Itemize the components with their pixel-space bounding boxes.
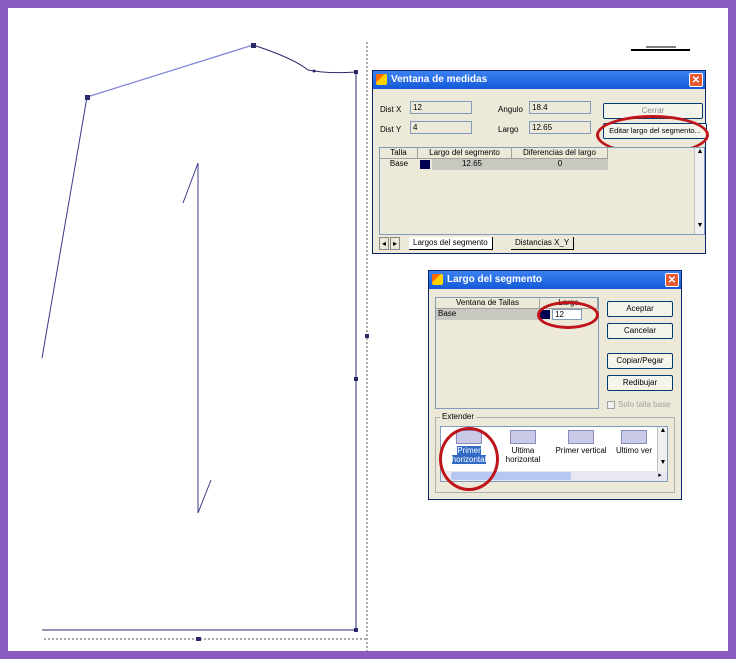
angle-label: Angulo — [498, 105, 523, 114]
length-field[interactable]: 12.65 — [529, 121, 591, 134]
segment-window-title: Largo del segmento — [447, 274, 543, 285]
table-header-size: Talla — [380, 148, 418, 159]
measures-window: Ventana de medidas ✕ Dist X 12 Dist Y 4 … — [372, 70, 709, 254]
size-color-swatch — [420, 160, 430, 169]
tab-bar: ◂ ▸ Largos del segmento Distancias X_Y — [379, 237, 679, 251]
edit-segment-length-button[interactable]: Editar largo del segmento... — [603, 123, 707, 139]
dist-x-label: Dist X — [380, 105, 402, 114]
app-icon — [376, 74, 387, 85]
scroll-up-icon[interactable]: ▲ — [658, 427, 667, 434]
app-icon — [432, 274, 443, 285]
point-marker — [354, 628, 358, 632]
tab-segment-lengths[interactable]: Largos del segmento — [409, 237, 493, 250]
dist-y-label: Dist Y — [380, 125, 402, 134]
accept-button[interactable]: Aceptar — [607, 301, 673, 317]
measures-window-title: Ventana de medidas — [391, 74, 488, 85]
scroll-down-icon[interactable]: ▼ — [695, 222, 705, 229]
point-marker — [251, 43, 256, 48]
table-row-segment-length[interactable]: 12.65 — [432, 159, 512, 170]
extend-options-list: Primer horizontal Ultima horizontal Prim… — [440, 426, 668, 482]
table-row-difference[interactable]: 0 — [512, 159, 608, 170]
extend-vertical-scrollbar[interactable]: ▲ ▼ — [657, 427, 667, 471]
size-color-swatch — [540, 310, 550, 319]
extend-option-first-vertical[interactable]: Primer vertical — [551, 430, 611, 455]
table-header-length-difference: Diferencias del largo — [512, 148, 608, 159]
front-edge — [41, 96, 88, 359]
extend-option-label: Primer vertical — [555, 446, 607, 455]
segment-window-titlebar[interactable]: Largo del segmento ✕ — [429, 271, 681, 289]
first-vertical-icon — [568, 430, 594, 444]
extend-option-first-horizontal[interactable]: Primer horizontal — [443, 430, 495, 464]
dist-y-field[interactable]: 4 — [410, 121, 472, 134]
grid-header-sizes: Ventana de Tallas — [436, 298, 540, 309]
extend-option-last-horizontal[interactable]: Ultima horizontal — [497, 430, 549, 464]
table-row-size[interactable]: Base — [380, 159, 418, 170]
grid-header-length: Largo — [540, 298, 598, 309]
workspace-frame: Ventana de medidas ✕ Dist X 12 Dist Y 4 … — [8, 8, 728, 651]
tab-scroll-right-icon[interactable]: ▸ — [390, 237, 400, 250]
table-header-segment-length: Largo del segmento — [418, 148, 512, 159]
extend-option-label: Ultimo ver — [615, 446, 652, 455]
size-length-grid: Ventana de Tallas Largo Base 12 — [435, 297, 599, 409]
extend-option-label: Primer horizontal — [451, 446, 487, 464]
dart-line — [182, 162, 212, 514]
point-marker — [354, 70, 358, 74]
scroll-down-icon[interactable]: ▼ — [658, 459, 667, 466]
scroll-right-icon[interactable]: ▸ — [655, 471, 665, 479]
point-marker — [365, 334, 369, 338]
cancel-button[interactable]: Cancelar — [607, 323, 673, 339]
close-icon[interactable]: ✕ — [665, 273, 679, 287]
point-marker — [196, 637, 201, 641]
shoulder-segment — [86, 44, 254, 98]
segment-length-window: Largo del segmento ✕ Ventana de Tallas L… — [428, 270, 682, 500]
extend-group-label: Extender — [440, 412, 477, 421]
last-horizontal-icon — [510, 430, 536, 444]
point-marker — [85, 95, 90, 100]
scroll-up-icon[interactable]: ▲ — [695, 148, 705, 155]
grid-row-size[interactable]: Base — [436, 309, 540, 320]
dist-x-field[interactable]: 12 — [410, 101, 472, 114]
close-icon[interactable]: ✕ — [689, 73, 703, 87]
base-only-label: Solo talla base — [618, 400, 671, 409]
last-vertical-icon — [621, 430, 647, 444]
table-scrollbar[interactable]: ▲ ▼ — [694, 148, 704, 234]
redraw-button[interactable]: Redibujar — [607, 375, 673, 391]
extend-option-label: Ultima horizontal — [505, 446, 541, 464]
segment-length-table: Talla Largo del segmento Diferencias del… — [379, 147, 705, 235]
extend-horizontal-scrollbar[interactable]: ▸ — [441, 471, 667, 481]
scroll-thumb[interactable] — [451, 472, 571, 480]
copy-paste-button[interactable]: Copiar/Pegar — [607, 353, 673, 369]
neckline-curve — [252, 44, 357, 74]
base-only-checkbox[interactable] — [607, 401, 615, 409]
point-marker — [354, 377, 358, 381]
measures-window-titlebar[interactable]: Ventana de medidas ✕ — [373, 71, 705, 89]
extend-option-last-vertical[interactable]: Ultimo ver — [611, 430, 657, 455]
point-marker — [312, 69, 316, 73]
first-horizontal-icon — [456, 430, 482, 444]
tab-xy-distances[interactable]: Distancias X_Y — [511, 237, 575, 250]
grid-row-length-input[interactable]: 12 — [552, 309, 582, 320]
angle-field[interactable]: 18.4 — [529, 101, 591, 114]
length-label: Largo — [498, 125, 519, 134]
extend-group: Extender Primer horizontal Ultima horizo… — [435, 412, 675, 493]
close-button[interactable]: Cerrar — [603, 103, 703, 119]
tab-scroll-left-icon[interactable]: ◂ — [379, 237, 389, 250]
